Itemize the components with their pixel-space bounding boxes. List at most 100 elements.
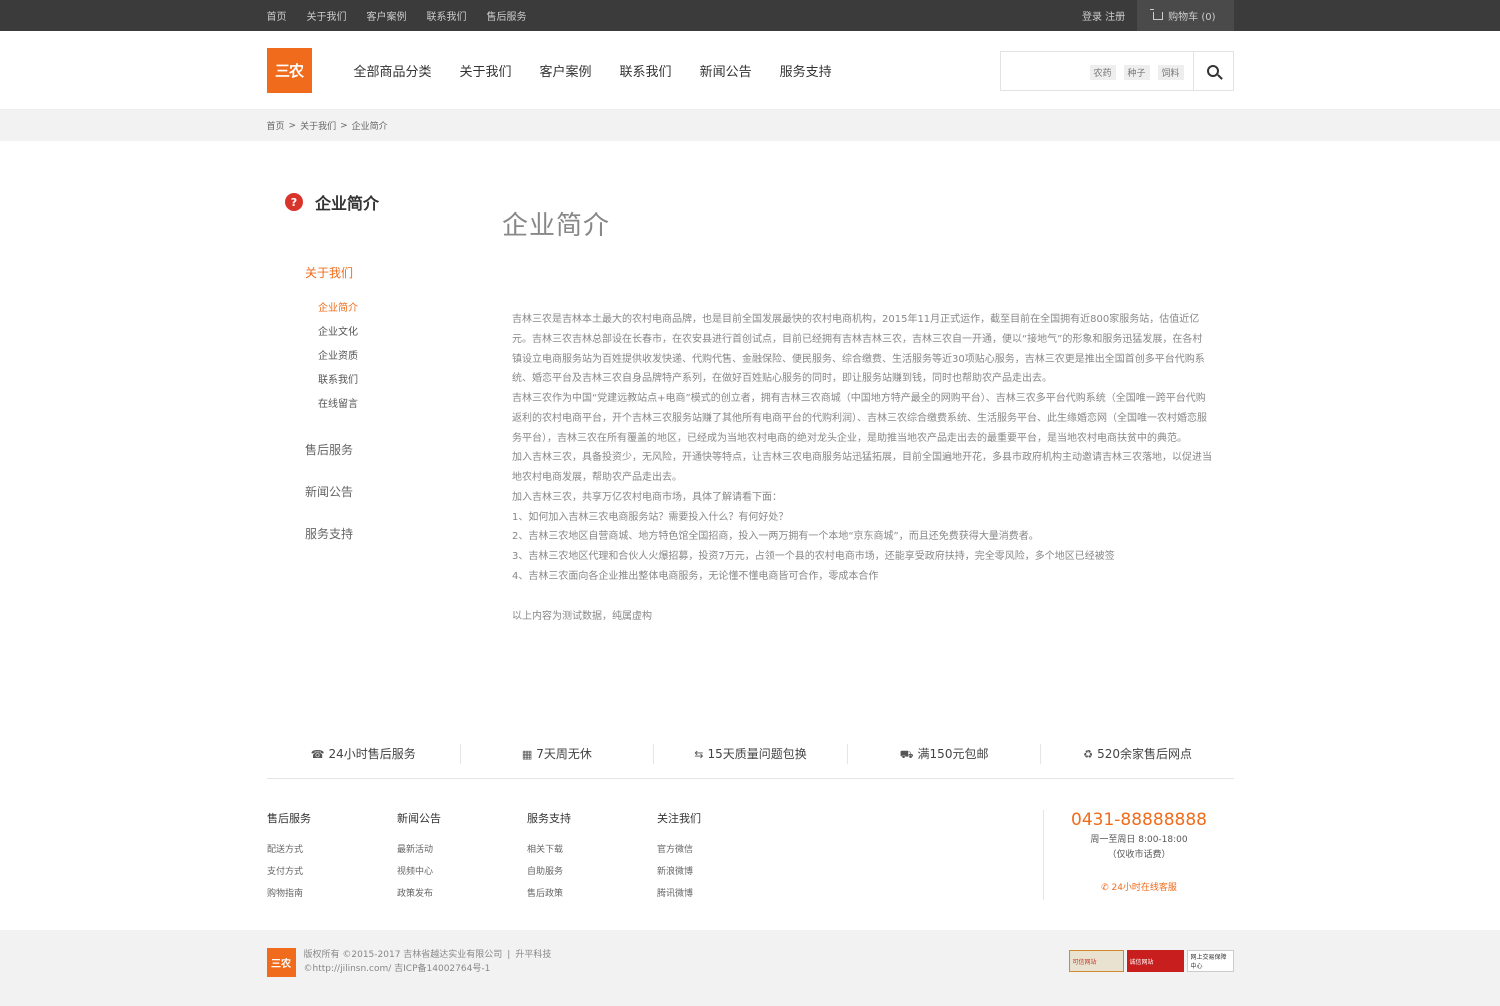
- bottom-bar: 三农 版权所有 ©2015-2017 吉林省越达实业有限公司 | 升平科技 ©htt…: [0, 930, 1500, 1006]
- icp-text: ©http://jilinsn.com/ 吉ICP备14002764号-1: [303, 964, 491, 974]
- footer-column-follow: 关注我们 官方微信 新浪微博 腾讯微博: [657, 810, 701, 908]
- search-tag[interactable]: 种子: [1123, 65, 1150, 80]
- footer-column-title: 售后服务: [267, 812, 311, 825]
- footer-column-title: 新闻公告: [397, 812, 441, 825]
- trusted-site-badge[interactable]: 可信网站: [1068, 950, 1124, 972]
- sidebar-item-qualification[interactable]: 企业资质: [318, 345, 465, 369]
- article-paragraph: 加入吉林三农，共享万亿农村电商市场，具体了解请看下面：: [512, 491, 782, 503]
- sidebar-subitems: 企业简介 企业文化 企业资质 联系我们 在线留言: [318, 297, 465, 417]
- nav-support[interactable]: 服务支持: [780, 61, 832, 80]
- breadcrumb-separator: >: [288, 120, 297, 131]
- footer-column-news: 新闻公告 最新活动 视频中心 政策发布: [397, 810, 441, 908]
- search-button[interactable]: [1192, 52, 1233, 90]
- footer-link[interactable]: 最新活动: [397, 842, 441, 864]
- divider: |: [507, 950, 511, 960]
- service-hours: 周一至周日 8:00-18:00: [1090, 835, 1188, 845]
- trade-center-badge[interactable]: 网上交易保障中心: [1186, 950, 1234, 972]
- breadcrumb-about[interactable]: 关于我们: [300, 119, 336, 132]
- footer-link[interactable]: 相关下载: [527, 842, 571, 864]
- sidebar-group-aftersale[interactable]: 售后服务: [305, 441, 465, 458]
- sidebar-group-news[interactable]: 新闻公告: [305, 483, 465, 500]
- service-item: ☎ 24小时售后服务: [267, 744, 461, 764]
- article-paragraph: 2、吉林三农地区自营商城、地方特色馆全国招商，投入一两万拥有一个本地“京东商城”…: [512, 531, 1039, 543]
- sidebar-group-about[interactable]: 关于我们: [305, 264, 465, 281]
- cart-button[interactable]: 购物车 (0): [1137, 0, 1234, 31]
- breadcrumb: 首页 > 关于我们 > 企业简介: [0, 110, 1500, 141]
- exchange-icon: ⇆: [694, 748, 704, 761]
- footer-link[interactable]: 政策发布: [397, 886, 441, 908]
- footer-link[interactable]: 新浪微博: [657, 864, 701, 886]
- footer-link[interactable]: 腾讯微博: [657, 886, 701, 908]
- top-bar: 首页 关于我们 客户案例 联系我们 售后服务 登录 注册 购物车 (0): [0, 0, 1500, 31]
- footer-link[interactable]: 支付方式: [267, 864, 311, 886]
- footer-link[interactable]: 自助服务: [527, 864, 571, 886]
- breadcrumb-separator: >: [340, 120, 348, 131]
- site-logo[interactable]: 三农: [266, 48, 312, 93]
- tech-link[interactable]: 升平科技: [515, 950, 551, 960]
- login-register: 登录 注册: [1082, 8, 1125, 23]
- nav-cases[interactable]: 客户案例: [540, 61, 592, 80]
- search-tag[interactable]: 农药: [1089, 65, 1116, 80]
- footer-column-aftersale: 售后服务 配送方式 支付方式 购物指南: [267, 810, 311, 908]
- article-note: 以上内容为测试数据，纯属虚构: [512, 610, 652, 622]
- header: 三农 全部商品分类 关于我们 客户案例 联系我们 新闻公告 服务支持 农药 种子…: [0, 31, 1500, 110]
- service-label: 满150元包邮: [917, 747, 989, 761]
- nav-news[interactable]: 新闻公告: [700, 61, 752, 80]
- truck-icon: ⛟: [899, 748, 914, 761]
- fee-note: （仅收市话费）: [1107, 850, 1171, 860]
- nav-all-categories[interactable]: 全部商品分类: [354, 61, 432, 80]
- search-tag[interactable]: 饲料: [1157, 65, 1184, 80]
- sidebar-item-message[interactable]: 在线留言: [318, 393, 465, 417]
- phone-icon: ✆: [1101, 883, 1109, 893]
- calendar-icon: ▦: [521, 748, 533, 761]
- contact-box: 0431-88888888 周一至周日 8:00-18:00 （仅收市话费） ✆…: [1043, 810, 1234, 900]
- breadcrumb-home[interactable]: 首页: [267, 119, 285, 132]
- service-strip: ☎ 24小时售后服务 ▦ 7天周无休 ⇆ 15天质量问题包换 ⛟ 满150元包邮 ♻ 52…: [267, 730, 1234, 779]
- online-service-label: 24小时在线客服: [1111, 883, 1177, 893]
- online-service-link[interactable]: ✆ 24小时在线客服: [1044, 880, 1234, 893]
- footer-link[interactable]: 配送方式: [267, 842, 311, 864]
- phone-number: 0431-88888888: [1071, 810, 1207, 830]
- register-link[interactable]: 注册: [1105, 12, 1125, 23]
- sidebar-item-contact[interactable]: 联系我们: [318, 369, 465, 393]
- article-paragraph: 加入吉林三农，具备投资少，无风险，开通快等特点，让吉林三农电商服务站迅猛拓展，目…: [512, 452, 1212, 483]
- sidebar-group-support[interactable]: 服务支持: [305, 525, 465, 542]
- article-paragraph: 3、吉林三农地区代理和合伙人火爆招募，投资7万元，占领一个县的农村电商市场，还能…: [512, 551, 1115, 562]
- footer-link[interactable]: 视频中心: [397, 864, 441, 886]
- sidebar-title: ? 企业简介: [285, 190, 465, 214]
- article: 企业简介 吉林三农是吉林本土最大的农村电商品牌，也是目前全国发展最快的农村电商机…: [502, 205, 1212, 622]
- top-nav-about[interactable]: 关于我们: [307, 8, 347, 23]
- article-title: 企业简介: [502, 211, 611, 241]
- copyright-text: 版权所有 ©2015-2017 吉林省越达实业有限公司: [303, 950, 503, 960]
- service-label: 520余家售后网点: [1097, 747, 1193, 761]
- question-icon: ?: [285, 193, 303, 211]
- service-item: ⇆ 15天质量问题包换: [654, 744, 848, 764]
- footer-logo: 三农: [266, 947, 296, 977]
- cart-icon: [1150, 8, 1164, 20]
- footer-link[interactable]: 售后政策: [527, 886, 571, 908]
- sidebar-item-culture[interactable]: 企业文化: [318, 321, 465, 345]
- service-item: ⛟ 满150元包邮: [848, 744, 1042, 764]
- sidebar-title-text: 企业简介: [315, 194, 380, 213]
- service-item: ▦ 7天周无休: [461, 744, 655, 764]
- cart-label: 购物车 (0): [1168, 12, 1216, 23]
- footer-column-support: 服务支持 相关下载 自助服务 售后政策: [527, 810, 571, 908]
- recycle-icon: ♻: [1083, 748, 1094, 761]
- top-nav-contact[interactable]: 联系我们: [427, 8, 467, 23]
- nav-contact[interactable]: 联系我们: [620, 61, 672, 80]
- credit-site-badge[interactable]: 诚信网站: [1126, 950, 1184, 972]
- top-nav-cases[interactable]: 客户案例: [367, 8, 407, 23]
- service-label: 24小时售后服务: [328, 747, 416, 761]
- sidebar: ? 企业简介 关于我们 企业简介 企业文化 企业资质 联系我们 在线留言 售后服…: [285, 190, 465, 542]
- nav-about[interactable]: 关于我们: [460, 61, 512, 80]
- article-paragraph: 1、如何加入吉林三农电商服务站？需要投入什么？有何好处？: [512, 511, 789, 523]
- sidebar-item-profile[interactable]: 企业简介: [318, 297, 465, 321]
- login-link[interactable]: 登录: [1082, 12, 1102, 23]
- search-tags: 农药 种子 饲料: [1089, 65, 1192, 80]
- top-nav-home[interactable]: 首页: [267, 8, 287, 23]
- article-paragraph: 吉林三农是吉林本土最大的农村电商品牌，也是目前全国发展最快的农村电商机构，201…: [512, 314, 1205, 385]
- footer-link[interactable]: 购物指南: [267, 886, 311, 908]
- top-nav-aftersale[interactable]: 售后服务: [487, 8, 527, 23]
- footer-link[interactable]: 官方微信: [657, 842, 701, 864]
- trust-badges: 可信网站 诚信网站 网上交易保障中心: [1066, 950, 1234, 972]
